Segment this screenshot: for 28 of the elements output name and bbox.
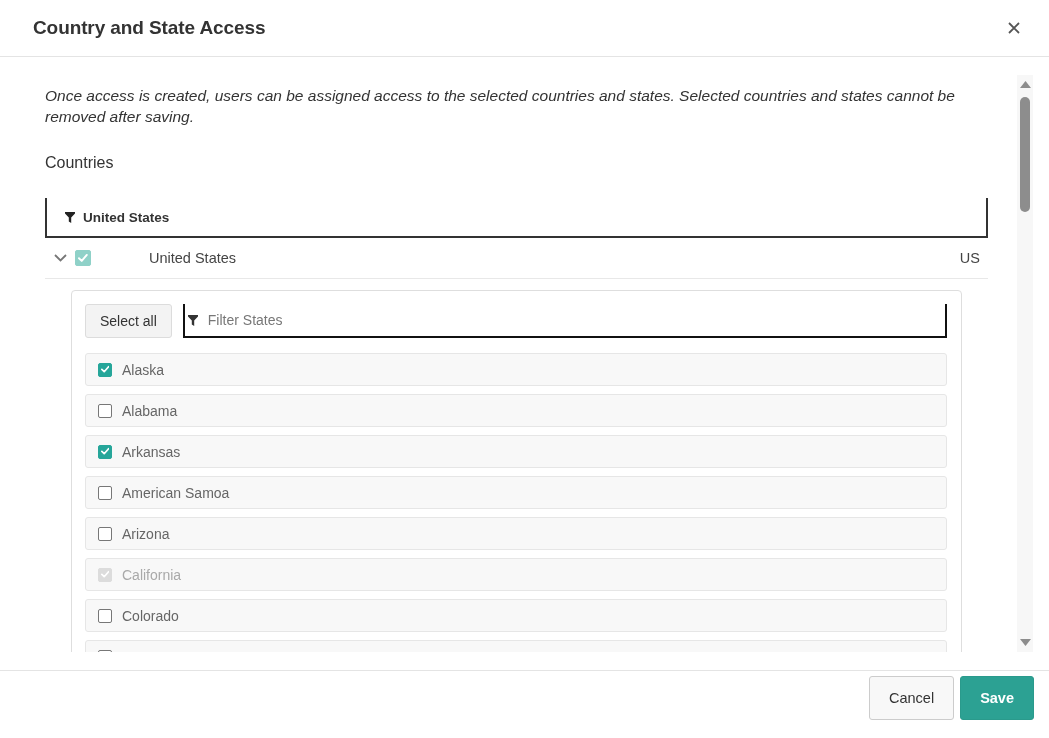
country-name: United States bbox=[149, 250, 238, 266]
scroll-down-icon[interactable] bbox=[1019, 639, 1031, 646]
checkmark-icon bbox=[100, 365, 110, 374]
state-label: Arizona bbox=[122, 525, 170, 542]
close-button[interactable] bbox=[1008, 22, 1020, 34]
state-label: Arkansas bbox=[122, 443, 181, 460]
chevron-down-icon bbox=[54, 254, 67, 262]
filter-icon bbox=[65, 212, 75, 223]
state-label: Alaska bbox=[122, 361, 165, 378]
checkmark-icon bbox=[78, 253, 88, 263]
state-label: American Samoa bbox=[122, 484, 230, 501]
section-label: Countries bbox=[45, 153, 115, 173]
filter-field[interactable]: United States bbox=[45, 198, 988, 238]
country-code: US bbox=[959, 250, 980, 266]
dialog-title: Country and State Access bbox=[33, 17, 266, 39]
state-label: California bbox=[122, 566, 182, 583]
state-label: Alabama bbox=[122, 402, 178, 419]
checkmark-icon bbox=[100, 570, 110, 579]
close-icon bbox=[1008, 22, 1020, 34]
scroll-up-icon[interactable] bbox=[1019, 81, 1031, 88]
filter-icon bbox=[187, 315, 198, 326]
scrollbar[interactable] bbox=[1017, 75, 1033, 652]
scrollbar-thumb[interactable] bbox=[1020, 97, 1030, 212]
checkmark-icon bbox=[100, 447, 110, 456]
cancel-button[interactable]: Cancel bbox=[869, 676, 955, 720]
state-label: Colorado bbox=[122, 607, 179, 624]
save-button[interactable]: Save bbox=[960, 676, 1034, 720]
description-text: Once access is created, users can be assigned access to the selected countries and states. Selected countries and states cannot be removed after saving. bbox=[45, 86, 956, 127]
